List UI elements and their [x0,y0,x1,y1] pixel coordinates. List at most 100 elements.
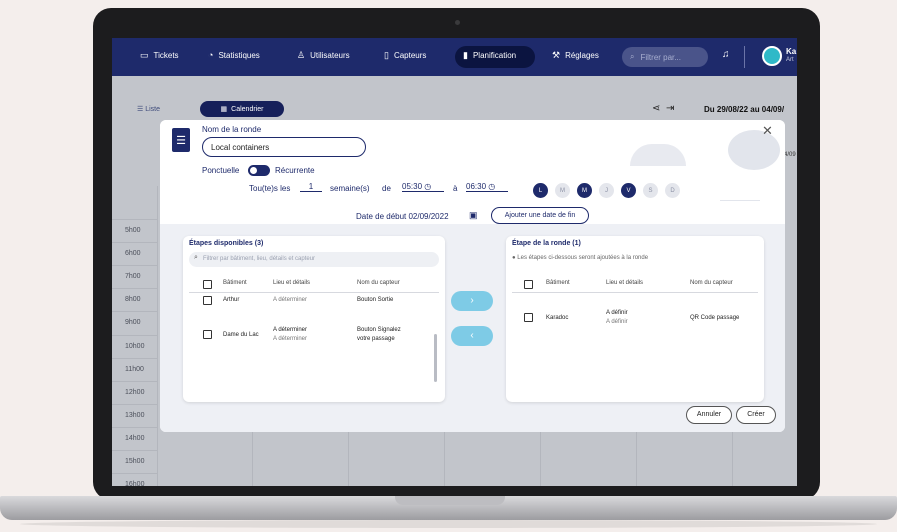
clipboard-icon: ▮ [463,50,468,60]
row-checkbox[interactable] [524,313,533,322]
time-label: 8h00 [112,288,157,311]
calendar-toggle[interactable]: ▦ Calendrier [200,101,284,117]
recurrente-label: Récurrente [275,166,315,175]
modal-header-area: ☰ Nom de la ronde Local containers ✕ Pon… [160,120,785,224]
row-detail: A définir [606,319,628,325]
nav-capteurs[interactable]: ▯ Capteurs [384,50,426,61]
interval-input[interactable]: 1 [300,182,322,192]
calendar-icon: ▦ [220,106,228,113]
share-icon[interactable]: ⋖ [652,103,660,114]
steps-search-input[interactable]: Filtrer par bâtiment, lieu, détails et c… [189,252,439,267]
selected-steps-info-text: Les étapes ci-dessous seront ajoutées à … [517,255,649,261]
row-sensor: QR Code passage [690,315,740,321]
nav-planification[interactable]: ▮ Planification [463,50,516,61]
time-label: 14h00 [112,426,157,450]
row-checkbox[interactable] [203,296,212,305]
wrench-icon: ⚒ [552,50,561,60]
search-input[interactable]: ⌕ Filtrer par... [622,47,708,67]
selected-steps-panel: Étape de la ronde (1) ● Les étapes ci-de… [506,236,764,402]
column-header-building: Bâtiment [546,280,570,286]
user-name[interactable]: Ka Art [786,47,796,65]
calendar-label: Calendrier [231,105,264,113]
selected-steps-info: ● Les étapes ci-dessous seront ajoutées … [512,255,648,261]
row-detail: A déterminer [273,297,308,303]
time-label: 7h00 [112,265,157,288]
column-header-sensor: Nom du capteur [357,280,400,286]
recurrence-toggle[interactable] [248,165,270,176]
close-icon[interactable]: ✕ [762,123,773,139]
round-name-input[interactable]: Local containers [202,137,366,157]
weekday-button[interactable]: M [577,183,592,198]
column-header-building: Bâtiment [223,280,247,286]
nav-statistiques[interactable]: ◔ Statistiques [208,50,260,60]
row-sensor-line2: votre passage [357,336,395,342]
add-end-date-button[interactable]: Ajouter une date de fin [491,207,589,224]
app-screen: ▭ Tickets ◔ Statistiques ♙ Utilisateurs … [112,38,797,486]
end-time-input[interactable]: 06:30 ◷ [466,182,508,192]
laptop-notch [395,496,505,505]
row-building: Karadoc [546,315,569,321]
user-name-line2: Art [786,57,794,63]
weekday-button[interactable]: M [555,183,570,198]
camera [455,20,460,25]
checklist-icon: ☰ [172,128,190,152]
search-icon: ⌕ [194,254,198,261]
available-steps-panel: Étapes disponibles (3) Filtrer par bâtim… [183,236,445,402]
weekday-button[interactable]: L [533,183,548,198]
move-left-button[interactable]: ‹ [451,326,493,346]
row-detail: A déterminer [273,336,308,342]
row-sensor: Bouton Sortie [357,297,394,303]
cancel-button[interactable]: Annuler [686,406,732,424]
interval-unit: semaine(s) [330,184,370,193]
bell-icon[interactable]: ♫ [722,49,730,60]
from-label: de [382,184,391,193]
time-label: 6h00 [112,242,157,265]
nav-planification-label: Planification [472,51,517,60]
nav-statistiques-label: Statistiques [218,50,260,60]
laptop-shadow [20,520,877,528]
search-placeholder: Filtrer par... [640,52,681,62]
select-all-checkbox[interactable] [203,280,212,289]
column-header-place: Lieu et détails [606,280,644,286]
nav-reglages-label: Réglages [565,51,599,60]
row-sensor: Bouton Signalez [357,327,401,333]
column-header-sensor: Nom du capteur [690,280,733,286]
time-label: 13h00 [112,403,157,427]
start-time-input[interactable]: 05:30 ◷ [402,182,444,192]
row-building: Dame du Lac [223,332,259,338]
time-label: 12h00 [112,380,157,404]
start-date: Date de début 02/09/2022 [356,212,449,221]
available-steps-title: Étapes disponibles (3) [189,240,264,247]
row-checkbox[interactable] [203,330,212,339]
weekday-button[interactable]: J [599,183,614,198]
time-label: 5h00 [112,219,157,242]
liste-label: Liste [145,106,161,113]
ponctuelle-label: Ponctuelle [202,166,240,175]
avatar[interactable] [762,46,782,66]
weekday-button[interactable]: D [665,183,680,198]
nav-capteurs-label: Capteurs [393,51,427,60]
weekday-button[interactable]: S [643,183,658,198]
create-button[interactable]: Créer [736,406,776,424]
nav-utilisateurs[interactable]: ♙ Utilisateurs [297,50,350,61]
time-label: 16h00 [112,473,157,486]
grid-line [157,186,158,486]
create-round-modal: ☰ Nom de la ronde Local containers ✕ Pon… [160,120,785,432]
time-label: 11h00 [112,357,157,381]
time-label: 10h00 [112,334,157,358]
time-label: 15h00 [112,450,157,473]
weekday-button[interactable]: V [621,183,636,198]
row-place: A définir [606,310,628,316]
list-icon: ☰ [137,106,146,113]
nav-tickets[interactable]: ▭ Tickets [140,50,179,61]
move-right-button[interactable]: › [451,291,493,311]
liste-toggle[interactable]: ☰ Liste [137,105,160,113]
end-time-value: 06:30 [466,182,487,191]
nav-reglages[interactable]: ⚒ Réglages [552,50,599,61]
select-all-checkbox[interactable] [524,280,533,289]
search-icon: ⌕ [630,52,635,61]
export-icon[interactable]: ⇥ [666,103,674,114]
scrollbar[interactable] [434,334,437,382]
recurrence-prefix: Tou(te)s les [249,184,291,193]
calendar-icon[interactable]: ▣ [469,210,478,221]
